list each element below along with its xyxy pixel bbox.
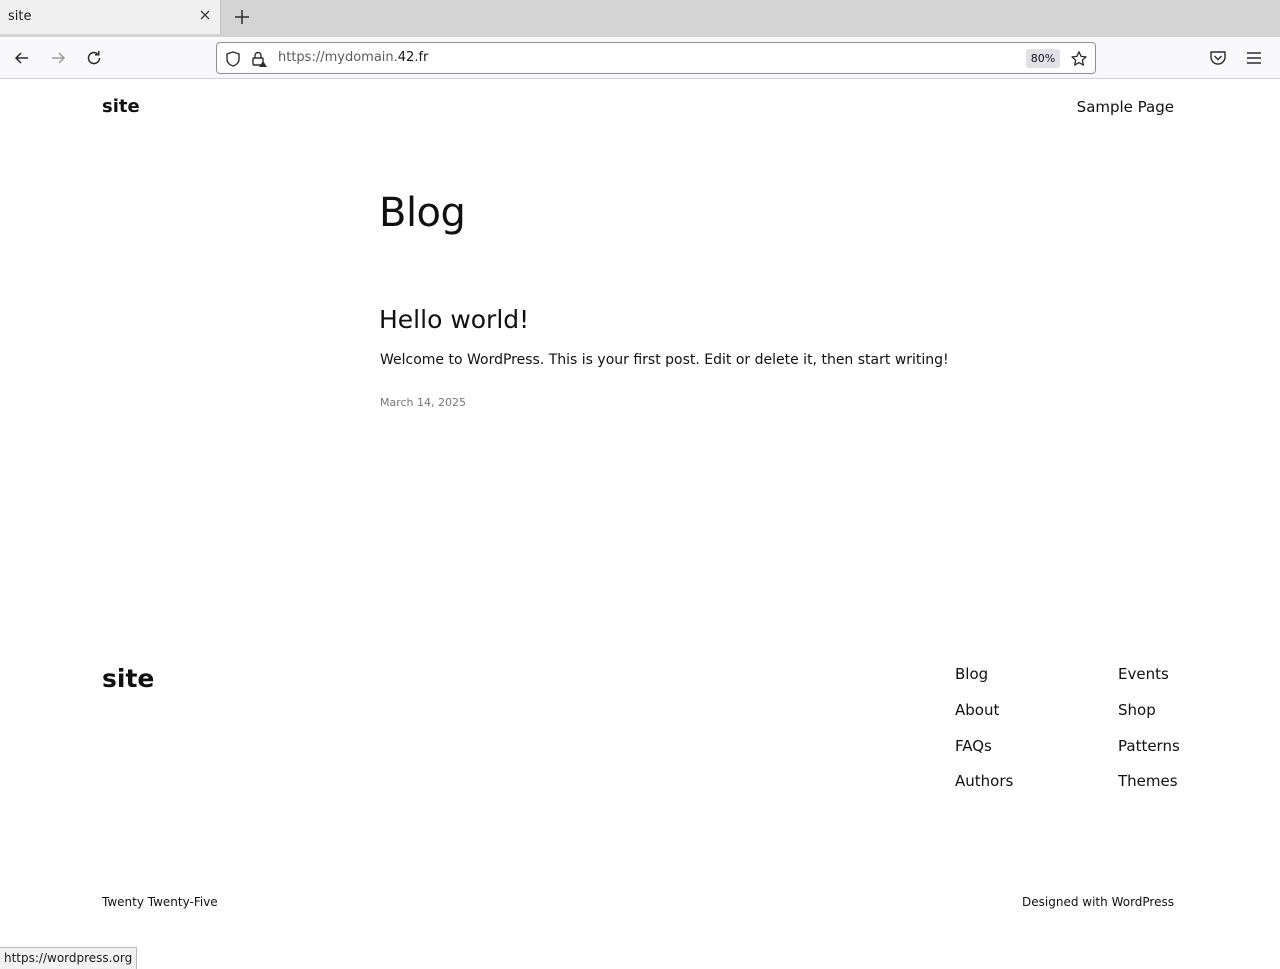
browser-tab[interactable]: site (0, 0, 221, 34)
forward-icon[interactable] (48, 48, 68, 68)
back-icon[interactable] (12, 48, 32, 68)
tab-strip: site (0, 0, 1280, 37)
app-menu-icon[interactable] (1244, 48, 1264, 68)
footer-link-about[interactable]: About (955, 701, 999, 719)
footer-link-themes[interactable]: Themes (1118, 772, 1178, 790)
site-title-link[interactable]: site (102, 96, 140, 117)
footer-link-authors[interactable]: Authors (955, 772, 1013, 790)
nav-link-sample-page[interactable]: Sample Page (1077, 98, 1174, 116)
url-text[interactable]: https://mydomain.42.fr (278, 50, 428, 65)
tab-title: site (8, 9, 32, 24)
footer-link-faqs[interactable]: FAQs (955, 737, 992, 755)
post-date[interactable]: March 14, 2025 (380, 396, 466, 409)
tracking-protection-shield-icon[interactable] (224, 50, 242, 68)
pocket-icon[interactable] (1208, 48, 1228, 68)
post-excerpt: Welcome to WordPress. This is your first… (380, 352, 949, 368)
reload-icon[interactable] (84, 48, 104, 68)
footer-site-title[interactable]: site (102, 664, 154, 693)
navigation-toolbar: https://mydomain.42.fr 80% (0, 37, 1280, 79)
credit-prefix: Designed with (1022, 895, 1112, 909)
url-host: 42.fr (397, 50, 429, 65)
footer-link-shop[interactable]: Shop (1118, 701, 1156, 719)
status-bar-url: https://wordpress.org (0, 947, 138, 969)
new-tab-icon[interactable] (233, 8, 251, 26)
footer-link-blog[interactable]: Blog (955, 665, 988, 683)
close-tab-icon[interactable] (198, 8, 212, 22)
footer-credit: Designed with WordPress (1022, 895, 1174, 909)
footer-link-events[interactable]: Events (1118, 665, 1169, 683)
theme-name: Twenty Twenty-Five (102, 895, 218, 909)
page-title: Blog (379, 190, 466, 236)
insecure-lock-icon[interactable] (250, 50, 268, 68)
bookmark-star-icon[interactable] (1070, 50, 1088, 68)
footer-link-patterns[interactable]: Patterns (1118, 737, 1180, 755)
zoom-level-badge[interactable]: 80% (1026, 49, 1060, 68)
post-title-link[interactable]: Hello world! (379, 305, 529, 334)
address-bar[interactable]: https://mydomain.42.fr 80% (216, 42, 1096, 74)
wordpress-link[interactable]: WordPress (1112, 895, 1174, 909)
url-prefix: https://mydomain. (278, 50, 398, 65)
